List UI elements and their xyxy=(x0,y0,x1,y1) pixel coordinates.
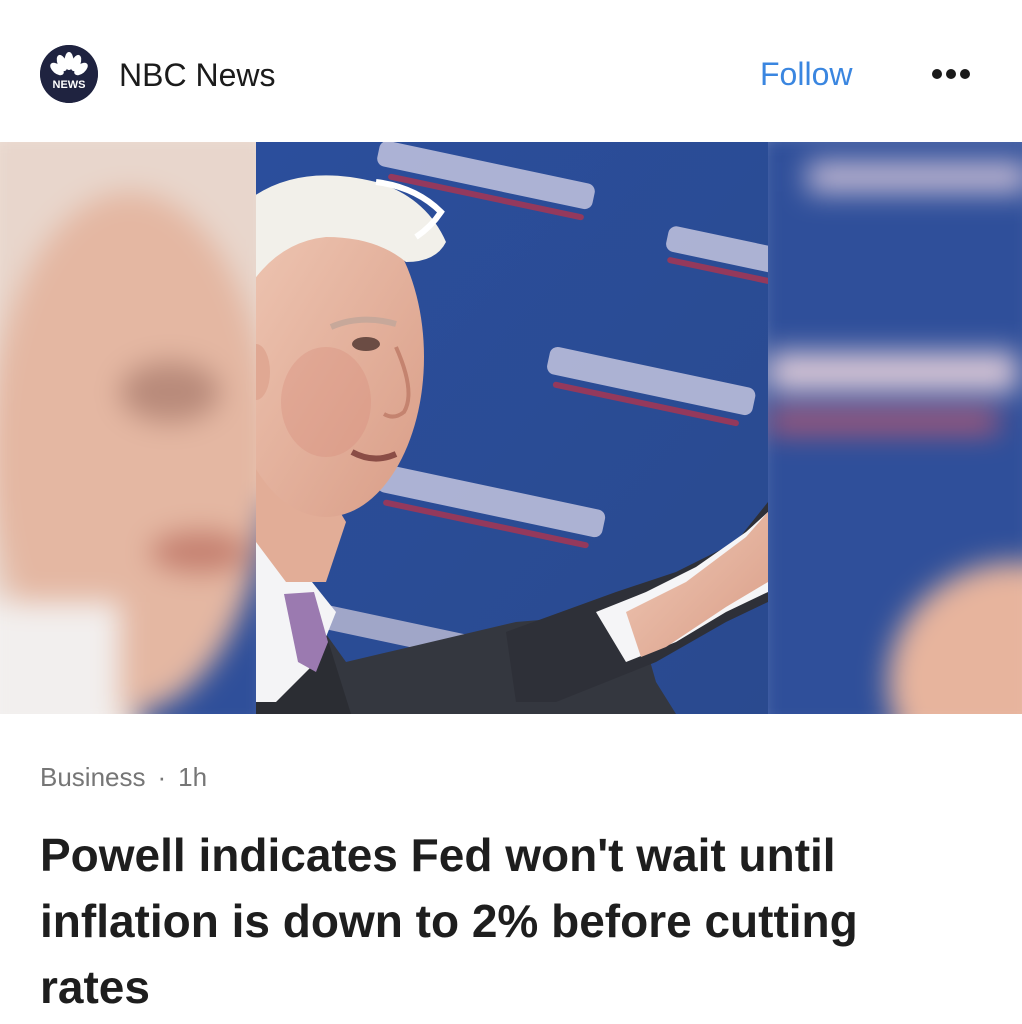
logo-text: NEWS xyxy=(53,79,86,91)
peacock-icon: NEWS xyxy=(40,45,98,103)
speaker-photo xyxy=(256,142,768,714)
article-meta: Business · 1h xyxy=(40,760,207,794)
blurred-photo-left xyxy=(0,142,256,714)
article-photo[interactable] xyxy=(256,142,768,714)
category-label[interactable]: Business xyxy=(40,762,146,792)
timestamp: 1h xyxy=(178,762,208,792)
article-headline[interactable]: Powell indicates Fed won't wait until in… xyxy=(40,822,980,1020)
article-card: NEWS NBC News Follow Business · 1h Powel… xyxy=(0,0,1022,1024)
hero-image-strip xyxy=(0,142,1022,714)
source-name[interactable]: NBC News xyxy=(119,56,275,94)
follow-button[interactable]: Follow xyxy=(756,52,856,96)
more-options-button[interactable] xyxy=(922,56,980,92)
nbc-news-logo[interactable]: NEWS xyxy=(40,45,98,103)
source-header: NEWS NBC News Follow xyxy=(0,0,1022,142)
meta-separator: · xyxy=(157,762,167,792)
blurred-photo-right xyxy=(768,142,1022,714)
